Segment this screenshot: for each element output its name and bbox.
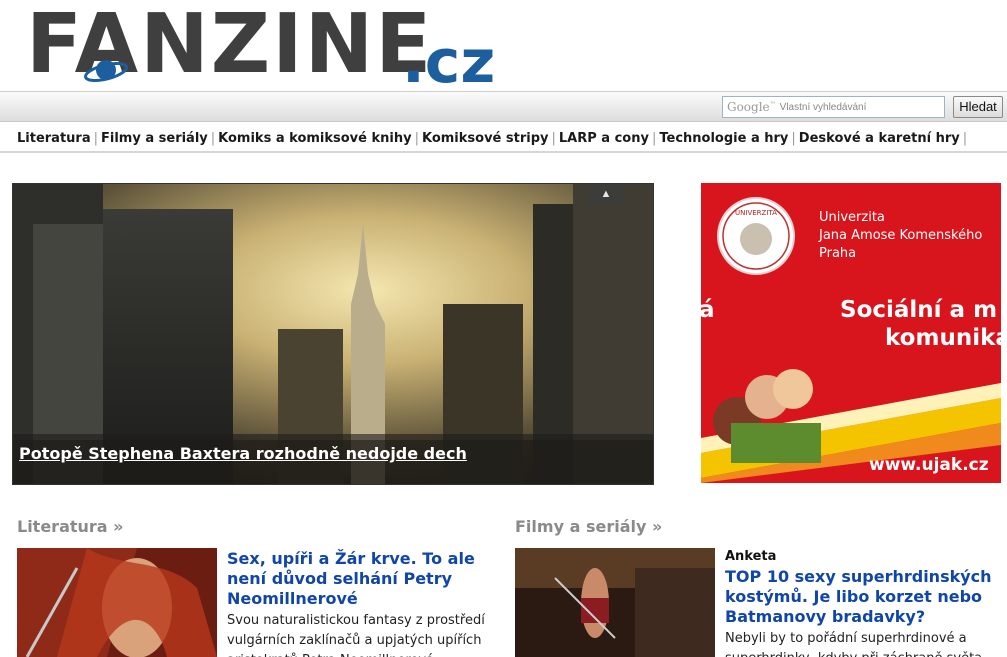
article-filmy: Anketa TOP 10 sexy superhrdinských kostý… (725, 549, 1005, 657)
thumbnail-image (17, 548, 217, 657)
nav-separator: | (414, 130, 419, 146)
search-bar: Google™ Vlastní vyhledávání Hledat (0, 91, 1007, 122)
svg-text:UNIVERZITA: UNIVERZITA (735, 209, 777, 217)
article-excerpt: Nebyli by to pořádní superhrdinové a sup… (725, 631, 982, 657)
nav-item-filmy[interactable]: Filmy a seriály (101, 131, 208, 146)
site-logo[interactable]: FANZINE .cz (26, 4, 496, 93)
google-brand: Google™ (727, 100, 776, 114)
nav-item-technologie[interactable]: Technologie a hry (659, 131, 788, 146)
nav-item-stripy[interactable]: Komiksové stripy (422, 131, 549, 146)
article-excerpt: Svou naturalistickou fantasy z prostředí… (227, 613, 485, 657)
seal-icon: UNIVERZITA (722, 202, 790, 270)
nav-separator: | (93, 130, 98, 146)
article-thumbnail-filmy[interactable] (515, 548, 715, 657)
nav-divider (0, 151, 1007, 153)
advert-banner[interactable]: UNIVERZITA Univerzita Jana Amose Komensk… (701, 183, 1001, 483)
nav-separator: | (551, 130, 556, 146)
nav-separator: | (791, 130, 796, 146)
nav-item-larp[interactable]: LARP a cony (559, 131, 649, 146)
search-placeholder: Vlastní vyhledávání (779, 101, 867, 113)
nav-item-deskove[interactable]: Deskové a karetní hry (799, 131, 960, 146)
slider-up-arrow[interactable]: ▲ (589, 184, 623, 204)
university-name: Univerzita Jana Amose Komenského Praha (819, 210, 983, 261)
ad-slogan-line1: Sociální a m (840, 297, 998, 323)
article-literatura: Sex, upíři a Žár krve. To ale není důvod… (227, 549, 497, 657)
nav-item-literatura[interactable]: Literatura (17, 131, 91, 146)
ad-slogan-fragment: á (701, 297, 715, 323)
ad-url: www.ujak.cz (869, 455, 989, 475)
university-seal: UNIVERZITA (717, 197, 795, 275)
ad-slogan-line2: komunika (885, 325, 1001, 351)
nav-separator: | (962, 130, 968, 146)
article-title[interactable]: Sex, upíři a Žár krve. To ale není důvod… (227, 549, 497, 609)
section-title-filmy[interactable]: Filmy a seriály » (515, 517, 662, 536)
article-thumbnail-literatura[interactable] (17, 548, 217, 657)
article-kicker: Anketa (725, 549, 777, 564)
article-title[interactable]: TOP 10 sexy superhrdinských kostýmů. Je … (725, 567, 1005, 627)
search-input[interactable]: Google™ Vlastní vyhledávání (722, 96, 945, 118)
section-title-literatura[interactable]: Literatura » (17, 517, 124, 536)
hero-slider[interactable]: ▲ Potopě Stephena Baxtera rozhodně nedoj… (12, 183, 654, 485)
hero-caption-link[interactable]: Potopě Stephena Baxtera rozhodně nedojde… (19, 444, 467, 463)
planet-icon (84, 60, 128, 82)
nav-separator: | (210, 130, 216, 146)
nav-item-komiks[interactable]: Komiks a komiksové knihy (218, 131, 411, 146)
logo-tld: .cz (402, 27, 496, 97)
thumbnail-image (515, 548, 715, 657)
main-nav: Literatura | Filmy a seriály | Komiks a … (17, 129, 970, 147)
search-button[interactable]: Hledat (953, 96, 1003, 118)
nav-separator: | (651, 130, 657, 146)
